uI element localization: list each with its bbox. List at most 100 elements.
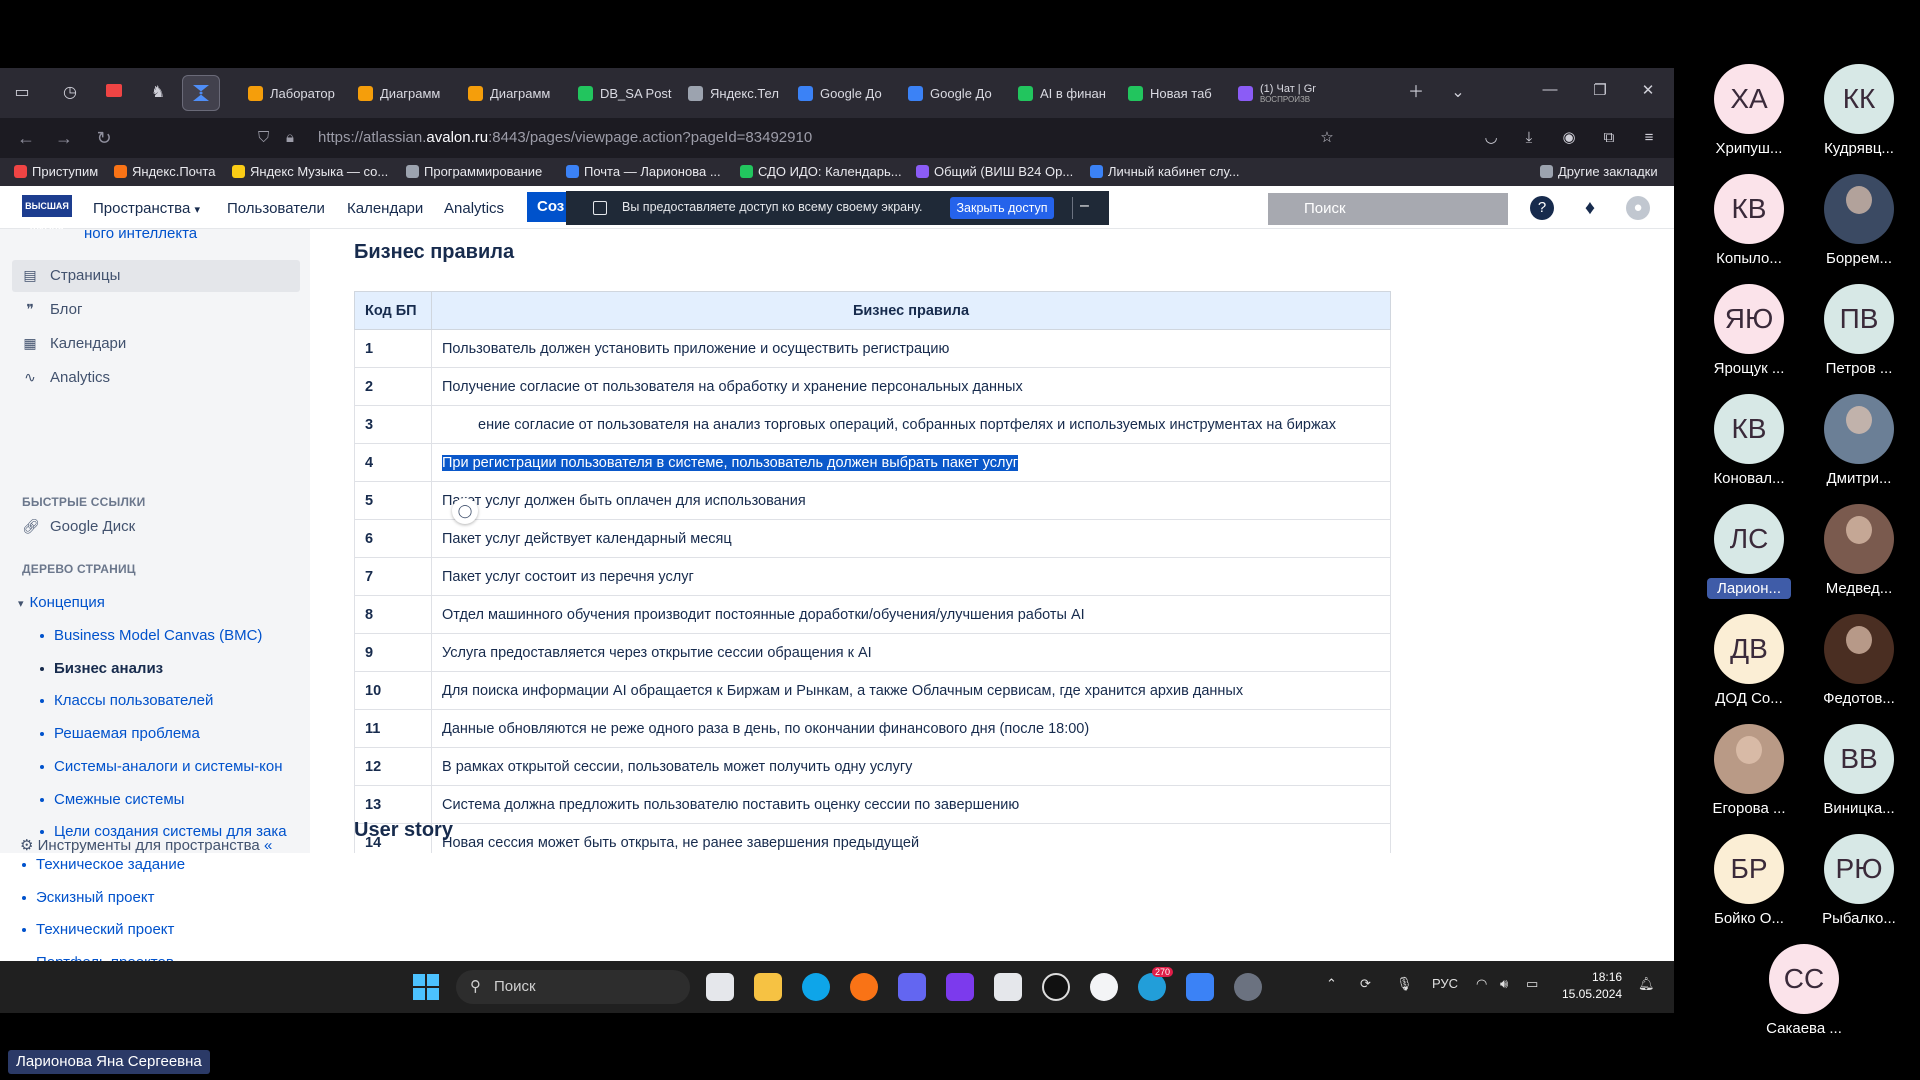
bookmark-item[interactable]: Общий (ВИШ В24 Ор...	[916, 164, 1073, 179]
participant-tile[interactable]: ДВ ДОД Со...	[1694, 614, 1804, 724]
browser-tab[interactable]: Яндекс.Тел	[680, 76, 790, 110]
extension-icon[interactable]: ♞	[146, 81, 170, 105]
back-arrow-icon[interactable]: ←	[14, 126, 38, 150]
tracking-shield-icon[interactable]: ⛉	[258, 123, 269, 153]
history-icon[interactable]: ◷	[58, 81, 82, 105]
participant-tile[interactable]: ПВ Петров ...	[1804, 284, 1914, 394]
taskbar-obs-icon[interactable]	[1042, 973, 1070, 1001]
participant-tile[interactable]: КК Кудрявц...	[1804, 64, 1914, 174]
browser-tab[interactable]: Лаборатор	[240, 76, 350, 110]
participant-tile[interactable]: Егорова ...	[1694, 724, 1804, 834]
bookmark-item[interactable]: Яндекс Музыка — со...	[232, 164, 388, 179]
tree-child-item[interactable]: Бизнес анализ	[40, 660, 163, 677]
tree-root[interactable]: ▾ Концепция	[18, 594, 105, 611]
menu-users[interactable]: Пользователи	[227, 200, 325, 217]
tree-child-item[interactable]: Business Model Canvas (BMC)	[40, 627, 262, 644]
truncated-space-name[interactable]: ного интеллекта	[84, 225, 197, 242]
taskbar-clock[interactable]: 18:16 15.05.2024	[1562, 969, 1622, 1003]
restore-window-icon[interactable]: ❐	[1588, 81, 1612, 99]
taskbar-settings-icon[interactable]	[1234, 973, 1262, 1001]
new-tab-icon[interactable]: ＋	[1404, 81, 1428, 105]
sidebar-item-0[interactable]: ▤ Страницы	[22, 267, 120, 284]
active-extension-icon[interactable]	[182, 75, 220, 111]
taskbar-telegram-icon[interactable]: 270	[1138, 967, 1174, 1001]
taskbar-firefox-icon[interactable]	[850, 973, 878, 1001]
folder-extension-icon[interactable]	[102, 81, 126, 105]
sidebar-item-2[interactable]: ▦ Календари	[22, 335, 126, 352]
browser-tab[interactable]: Google До	[900, 76, 1010, 110]
browser-tab[interactable]: Новая таб	[1120, 76, 1230, 110]
participant-tile[interactable]: СС Сакаева ...	[1749, 944, 1859, 1054]
download-icon[interactable]: ⤓	[1518, 127, 1540, 149]
notifications-icon[interactable]: 🔔︎	[1638, 976, 1655, 992]
taskbar-explorer-icon[interactable]	[754, 973, 782, 1001]
user-avatar-icon[interactable]: ●	[1626, 196, 1650, 220]
tree-sibling-item[interactable]: Техническое задание	[22, 856, 185, 873]
help-icon[interactable]: ?	[1530, 196, 1554, 220]
reload-icon[interactable]: ↻	[92, 126, 116, 150]
participant-tile[interactable]: КВ Коновал...	[1694, 394, 1804, 504]
participant-tile[interactable]: Боррем...	[1804, 174, 1914, 284]
menu-hamburger-icon[interactable]: ≡	[1638, 127, 1660, 149]
windows-start-icon[interactable]	[413, 974, 439, 1000]
browser-tab[interactable]: DB_SA Post	[570, 76, 680, 110]
taskbar-app-icon[interactable]	[994, 973, 1022, 1001]
sidebar-item-1[interactable]: ❞ Блог	[22, 301, 82, 318]
space-tools[interactable]: ⚙ Инструменты для пространства «	[20, 836, 272, 854]
taskbar-store-icon[interactable]	[706, 973, 734, 1001]
participant-tile[interactable]: ХА Хрипуш...	[1694, 64, 1804, 174]
window-list-icon[interactable]: ▭	[10, 81, 34, 105]
search-input[interactable]: Поиск	[1268, 193, 1508, 225]
pocket-icon[interactable]: ◡	[1480, 127, 1502, 149]
participant-tile[interactable]: Дмитри...	[1804, 394, 1914, 504]
inline-comment-icon[interactable]: ◯	[452, 498, 478, 524]
taskbar-app2-icon[interactable]	[1186, 973, 1214, 1001]
tray-sync-icon[interactable]: ⟳	[1360, 976, 1371, 992]
taskbar-github-icon[interactable]	[1090, 973, 1118, 1001]
tree-child-item[interactable]: Смежные системы	[40, 791, 184, 808]
tray-battery-icon[interactable]: ▭	[1526, 976, 1538, 992]
tree-sibling-item[interactable]: Технический проект	[22, 921, 174, 938]
lock-icon[interactable]: 🔒︎	[286, 123, 294, 153]
collapse-sidebar-icon[interactable]: «	[264, 837, 272, 854]
bookmark-item[interactable]: СДО ИДО: Календарь...	[740, 164, 902, 179]
browser-tab[interactable]: (1) Чат | Gr ВОСПРОИЗВ	[1230, 76, 1340, 110]
participant-tile[interactable]: Медвед...	[1804, 504, 1914, 614]
tree-sibling-item[interactable]: Эскизный проект	[22, 889, 154, 906]
tab-list-chevron-icon[interactable]: ⌄	[1446, 81, 1470, 105]
bookmark-item[interactable]: Программирование	[406, 164, 542, 179]
bookmark-item[interactable]: Личный кабинет слу...	[1090, 164, 1240, 179]
tray-mic-icon[interactable]: 🎙︎	[1396, 976, 1413, 992]
participant-tile[interactable]: ЯЮ Ярощук ...	[1694, 284, 1804, 394]
taskbar-teams-icon[interactable]	[898, 973, 926, 1001]
tray-volume-icon[interactable]: 🔊︎	[1500, 976, 1508, 992]
stop-sharing-button[interactable]: Закрыть доступ	[950, 197, 1054, 219]
bookmark-star-icon[interactable]: ☆	[1316, 127, 1338, 149]
tray-chevron-up-icon[interactable]: ⌃	[1326, 976, 1337, 992]
browser-tab[interactable]: AI в финан	[1010, 76, 1120, 110]
address-bar[interactable]: ⛉ 🔒︎ https://atlassian.avalon.ru:8443/pa…	[250, 123, 1340, 153]
participant-tile[interactable]: КВ Копыло...	[1694, 174, 1804, 284]
tree-child-item[interactable]: Решаемая проблема	[40, 725, 200, 742]
minimize-window-icon[interactable]: —	[1538, 81, 1562, 98]
bookmark-item[interactable]: Приступим	[14, 164, 98, 179]
participant-tile[interactable]: ЛС Ларион...	[1694, 504, 1804, 614]
menu-spaces[interactable]: Пространства ▾	[93, 200, 200, 217]
forward-arrow-icon[interactable]: →	[52, 126, 76, 150]
tree-child-item[interactable]: Системы-аналоги и системы-кон	[40, 758, 283, 775]
participant-tile[interactable]: РЮ Рыбалко...	[1804, 834, 1914, 944]
menu-calendars[interactable]: Календари	[347, 200, 423, 217]
participant-tile[interactable]: Федотов...	[1804, 614, 1914, 724]
participant-tile[interactable]: ВВ Виницка...	[1804, 724, 1914, 834]
tree-child-item[interactable]: Классы пользователей	[40, 692, 213, 709]
close-window-icon[interactable]: ✕	[1636, 81, 1660, 99]
taskbar-search[interactable]: ⚲ Поиск	[456, 970, 690, 1004]
sidebar-link-google-drive[interactable]: 🔗︎ Google Диск	[22, 518, 135, 535]
taskbar-teams2-icon[interactable]	[946, 973, 974, 1001]
bookmark-item[interactable]: Почта — Ларионова ...	[566, 164, 721, 179]
site-logo[interactable]: ВЫСШАЯ ШКОЛА	[22, 195, 72, 233]
minimize-banner-button[interactable]: –	[1072, 197, 1096, 219]
tray-wifi-icon[interactable]: ◠	[1476, 976, 1487, 992]
tray-language[interactable]: РУС	[1432, 976, 1458, 991]
browser-tab[interactable]: Диаграмм	[460, 76, 570, 110]
